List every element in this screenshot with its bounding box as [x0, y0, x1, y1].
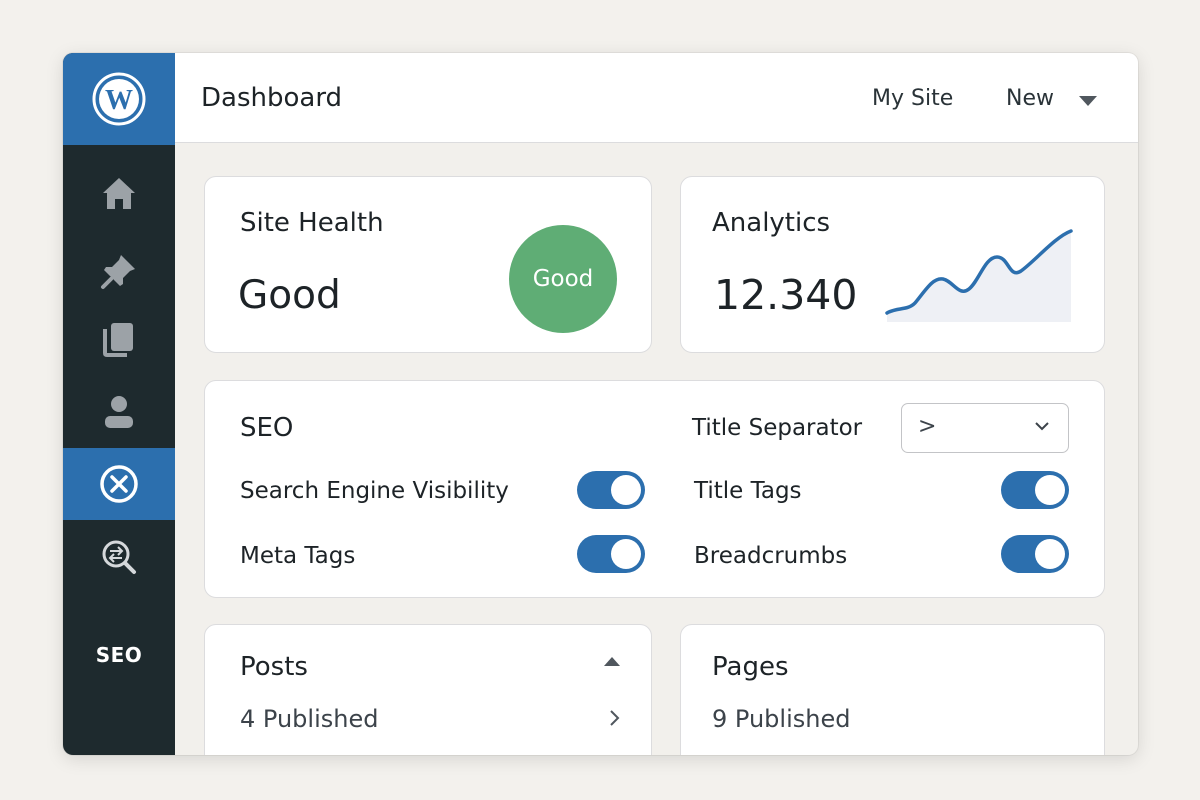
breadcrumbs-label: Breadcrumbs: [694, 543, 848, 569]
sidebar-item-home[interactable]: [63, 157, 175, 229]
title-separator-select[interactable]: >: [901, 403, 1069, 453]
toggle-knob: [1035, 539, 1065, 569]
search-engine-visibility-toggle[interactable]: [577, 471, 645, 509]
pages-title: Pages: [712, 652, 789, 682]
pages-card: Pages 9 Published: [680, 624, 1105, 755]
seo-settings-card: SEO Title Separator > Search Engine Visi…: [204, 380, 1105, 598]
admin-sidebar: W SEO: [63, 53, 175, 755]
site-health-title: Site Health: [240, 208, 384, 238]
pin-icon: [101, 255, 135, 289]
user-icon: [105, 396, 133, 428]
meta-tags-label: Meta Tags: [240, 543, 356, 569]
collapse-caret-up-icon[interactable]: [603, 655, 621, 667]
analytics-card: Analytics 12.340: [680, 176, 1105, 353]
breadcrumbs-toggle[interactable]: [1001, 535, 1069, 573]
page-title: Dashboard: [201, 83, 343, 113]
search-engine-visibility-label: Search Engine Visibility: [240, 478, 509, 504]
meta-tags-toggle[interactable]: [577, 535, 645, 573]
sidebar-item-pages[interactable]: [63, 303, 175, 375]
site-health-badge: Good: [509, 225, 617, 333]
analytics-value: 12.340: [714, 271, 858, 319]
seo-title: SEO: [240, 413, 294, 443]
toggle-knob: [1035, 475, 1065, 505]
search-icon: [102, 540, 136, 574]
wordpress-logo-icon: W: [92, 72, 146, 126]
pages-published-count[interactable]: 9 Published: [712, 705, 850, 733]
analytics-sparkline: [885, 229, 1073, 322]
sidebar-item-search[interactable]: [63, 521, 175, 593]
title-separator-label: Title Separator: [692, 415, 863, 441]
sidebar-item-users[interactable]: [63, 375, 175, 447]
toggle-knob: [611, 539, 641, 569]
chevron-down-icon: [1035, 422, 1049, 431]
posts-published-count[interactable]: 4 Published: [240, 705, 378, 733]
title-tags-toggle[interactable]: [1001, 471, 1069, 509]
my-site-link[interactable]: My Site: [872, 86, 953, 111]
posts-card: Posts 4 Published: [204, 624, 652, 755]
caret-down-icon[interactable]: [1079, 96, 1097, 106]
home-icon: [103, 178, 135, 209]
pages-icon: [103, 323, 133, 357]
title-separator-value: >: [918, 414, 937, 439]
app-window: W SEO Dashboard My Site New Site Health …: [63, 53, 1138, 755]
sidebar-item-seo[interactable]: [63, 448, 175, 520]
posts-title: Posts: [240, 652, 308, 682]
top-bar: Dashboard My Site New: [175, 53, 1138, 143]
sidebar-section-label: SEO: [95, 643, 143, 667]
chevron-right-icon[interactable]: [608, 709, 622, 727]
wordpress-logo[interactable]: W: [63, 53, 175, 145]
sidebar-item-posts[interactable]: [63, 235, 175, 307]
new-menu-button[interactable]: New: [1006, 86, 1054, 111]
seo-circle-icon: [100, 465, 138, 503]
title-tags-label: Title Tags: [694, 478, 802, 504]
analytics-title: Analytics: [712, 208, 831, 238]
toggle-knob: [611, 475, 641, 505]
site-health-card: Site Health Good Good: [204, 176, 652, 353]
site-health-value: Good: [238, 273, 341, 318]
svg-text:W: W: [105, 85, 133, 116]
